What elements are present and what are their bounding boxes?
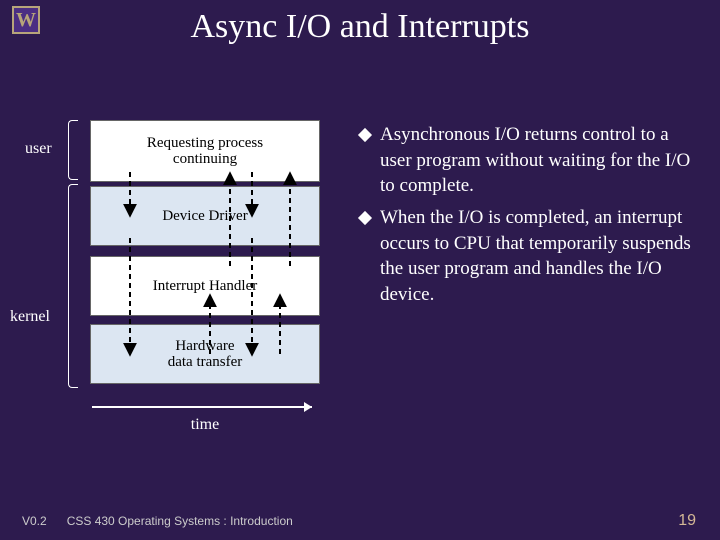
slide-content: user kernel Requesting processcontinuing… [0,120,720,480]
bullet-text: Asynchronous I/O returns control to a us… [380,122,700,199]
bullet-marker-icon [358,128,372,142]
box-hardware-data-transfer: Hardwaredata transfer [90,324,320,384]
version-label: V0.2 [22,514,47,528]
brace-kernel [68,184,78,388]
time-axis-arrow [90,398,320,416]
brace-user [68,120,78,180]
kernel-label: kernel [10,308,50,326]
bullet-text: When the I/O is completed, an interrupt … [380,205,700,308]
slide-title: Async I/O and Interrupts [0,8,720,46]
course-label: CSS 430 Operating Systems : Introduction [67,514,293,528]
bullets-area: Asynchronous I/O returns control to a us… [360,120,720,480]
slide-footer: V0.2 CSS 430 Operating Systems : Introdu… [0,512,720,530]
box-interrupt-handler: Interrupt Handler [90,256,320,316]
bullet-marker-icon [358,211,372,225]
diagram-area: user kernel Requesting processcontinuing… [0,120,360,480]
box-device-driver: Device Driver [90,186,320,246]
user-label: user [25,140,52,158]
diagram-boxes: Requesting processcontinuing Device Driv… [90,120,320,384]
time-axis-label: time [90,416,320,434]
page-number: 19 [678,512,696,530]
bullet-item: Asynchronous I/O returns control to a us… [360,122,700,199]
box-requesting-process: Requesting processcontinuing [90,120,320,182]
bullet-item: When the I/O is completed, an interrupt … [360,205,700,308]
